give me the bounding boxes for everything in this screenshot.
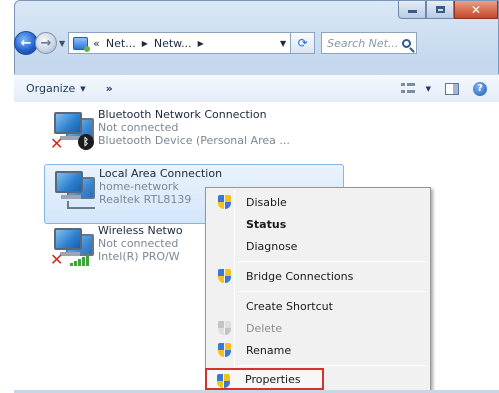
maximize-button[interactable]: [426, 1, 454, 19]
breadcrumb-network-connections[interactable]: Netw...: [154, 37, 192, 50]
uac-shield-icon: [218, 269, 231, 283]
menu-item-properties[interactable]: Properties: [205, 368, 324, 390]
uac-shield-icon: [217, 374, 230, 388]
search-input[interactable]: Search Net...: [321, 32, 418, 54]
toolbar-right: ▼ ?: [400, 81, 487, 96]
connection-status: home-network: [99, 180, 179, 193]
organize-menu-button[interactable]: Organize ▼: [26, 82, 86, 95]
address-bar[interactable]: « Net... ▶ Netw... ▶ ▼: [68, 32, 292, 54]
wireless-signal-icon: [70, 254, 92, 266]
breadcrumb-chevron-icon[interactable]: ▶: [142, 39, 148, 48]
menu-separator: [238, 365, 426, 366]
preview-pane-icon[interactable]: [445, 82, 459, 95]
bluetooth-icon: ᛒ: [78, 134, 94, 150]
breadcrumb-chevron-icon[interactable]: ▶: [198, 39, 204, 48]
disconnected-x-icon: ✕: [50, 250, 64, 269]
minimize-icon: [407, 10, 417, 13]
menu-item-label: Rename: [246, 343, 292, 357]
navigation-bar: ← → ▼ « Net... ▶ Netw... ▶ ▼ ⟳ Search Ne…: [14, 30, 493, 56]
menu-item-status[interactable]: Status: [208, 213, 428, 235]
network-folder-icon: [73, 36, 91, 52]
menu-separator: [238, 261, 426, 262]
connection-status: Not connected: [98, 237, 179, 250]
command-bar: Organize ▼ » ▼ ?: [14, 74, 499, 102]
chevron-down-icon: ▼: [425, 84, 431, 93]
views-icon: [400, 82, 415, 95]
connection-device: Realtek RTL8139: [99, 193, 192, 206]
menu-item-label: Status: [246, 217, 287, 231]
menu-item-bridge-connections[interactable]: Bridge Connections: [208, 265, 428, 287]
uac-shield-icon: [218, 321, 231, 335]
organize-label: Organize: [26, 82, 76, 95]
refresh-button[interactable]: ⟳: [291, 32, 316, 54]
connection-device: Bluetooth Device (Personal Area ...: [98, 134, 290, 147]
connection-name: Bluetooth Network Connection: [98, 108, 267, 121]
forward-arrow-icon: →: [40, 35, 52, 51]
connection-status: Not connected: [98, 121, 179, 134]
menu-item-delete: Delete: [208, 317, 428, 339]
menu-item-create-shortcut[interactable]: Create Shortcut: [208, 295, 428, 317]
menu-item-rename[interactable]: Rename: [208, 339, 428, 361]
breadcrumb-network-internet[interactable]: Net...: [106, 37, 136, 50]
disconnected-x-icon: ✕: [50, 134, 64, 153]
back-arrow-icon: ←: [20, 35, 32, 51]
context-menu: Disable Status Diagnose Bridge Connectio…: [205, 187, 431, 393]
connection-name: Local Area Connection: [99, 167, 223, 180]
uac-shield-icon: [218, 195, 231, 209]
address-overflow[interactable]: «: [93, 37, 100, 50]
help-icon[interactable]: ?: [473, 81, 487, 96]
menu-item-label: Delete: [246, 321, 283, 335]
address-dropdown-icon[interactable]: ▼: [280, 39, 286, 48]
menu-item-label: Diagnose: [246, 239, 298, 253]
network-adapter-icon: ✕: [50, 226, 96, 268]
ethernet-cable-icon: [67, 201, 95, 209]
close-icon: ✕: [470, 2, 482, 17]
uac-shield-icon: [218, 343, 231, 357]
menu-separator: [238, 291, 426, 292]
close-button[interactable]: ✕: [454, 1, 498, 19]
menu-item-disable[interactable]: Disable: [208, 191, 428, 213]
menu-item-label: Bridge Connections: [246, 269, 354, 283]
change-view-button[interactable]: ▼: [400, 82, 431, 95]
connection-device: Intel(R) PRO/W: [98, 250, 180, 263]
more-commands-button[interactable]: »: [106, 82, 113, 95]
maximize-icon: [435, 6, 445, 13]
network-adapter-icon: [51, 169, 97, 211]
chevron-down-icon: ▼: [80, 84, 86, 93]
menu-item-label: Disable: [246, 195, 287, 209]
refresh-icon: ⟳: [297, 36, 308, 50]
recent-pages-dropdown[interactable]: ▼: [59, 39, 65, 48]
menu-item-label: Create Shortcut: [246, 299, 333, 313]
forward-button[interactable]: →: [35, 32, 57, 54]
list-item-bluetooth[interactable]: ✕ ᛒ Bluetooth Network Connection Not con…: [44, 106, 344, 166]
search-placeholder: Search Net...: [327, 36, 399, 50]
menu-item-label: Properties: [245, 372, 301, 386]
search-icon[interactable]: [402, 38, 412, 48]
connection-name: Wireless Netwo: [98, 224, 183, 237]
menu-item-diagnose[interactable]: Diagnose: [208, 235, 428, 257]
minimize-button[interactable]: [398, 1, 426, 19]
network-adapter-icon: ✕ ᛒ: [50, 110, 96, 152]
caption-buttons: ✕: [398, 1, 498, 19]
